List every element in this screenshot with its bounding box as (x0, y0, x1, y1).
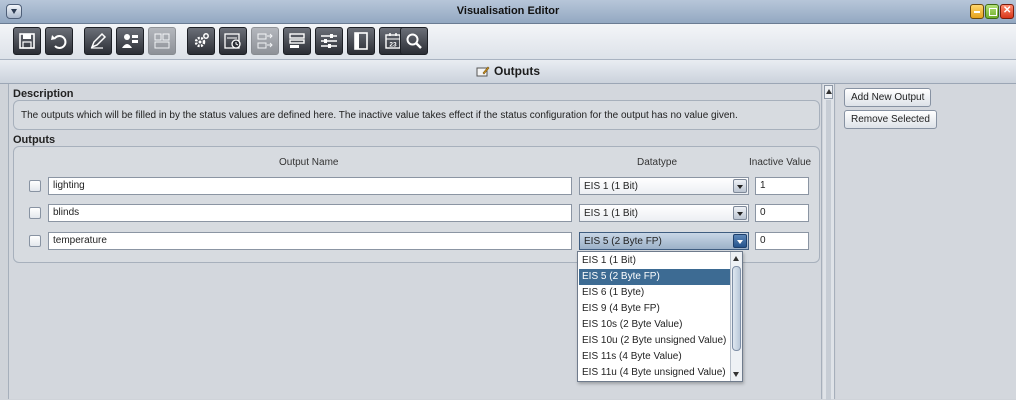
output-name-field[interactable]: temperature (48, 232, 572, 250)
close-button[interactable] (1000, 4, 1014, 19)
grid-layout-icon[interactable] (148, 27, 176, 55)
datatype-value: EIS 1 (1 Bit) (584, 208, 638, 219)
maximize-button[interactable] (985, 4, 999, 19)
description-box: The outputs which will be filled in by t… (13, 100, 820, 130)
undo-icon[interactable] (45, 27, 73, 55)
col-datatype: Datatype (637, 157, 678, 168)
dropdown-option[interactable]: EIS 10s (2 Byte Value) (579, 317, 730, 333)
dropdown-option[interactable]: EIS 6 (1 Byte) (579, 285, 730, 301)
datatype-value: EIS 1 (1 Bit) (584, 181, 638, 192)
sliders-icon[interactable] (315, 27, 343, 55)
chevron-down-icon[interactable] (733, 206, 747, 220)
output-name-field[interactable]: blinds (48, 204, 572, 222)
dropdown-option[interactable]: EIS 10u (2 Byte unsigned Value) (579, 333, 730, 349)
dropdown-option[interactable]: EIS 11s (4 Byte Value) (579, 349, 730, 365)
chevron-down-icon[interactable] (733, 234, 747, 248)
outputs-edit-icon (476, 66, 490, 77)
inactive-value-field[interactable]: 1 (755, 177, 809, 195)
dropdown-option[interactable]: EIS 1 (1 Bit) (579, 253, 730, 269)
add-new-output-button[interactable]: Add New Output (844, 88, 932, 107)
description-text: The outputs which will be filled in by t… (21, 110, 738, 121)
settings-gear-icon[interactable] (187, 27, 215, 55)
output-name-field[interactable]: lighting (48, 177, 572, 195)
section-header: Outputs (0, 60, 1016, 84)
chevron-down-icon[interactable] (733, 179, 747, 193)
list-bars-icon[interactable] (283, 27, 311, 55)
title-bar: Visualisation Editor (0, 0, 1016, 24)
search-icon[interactable] (400, 27, 428, 55)
toolbar: 23 (0, 24, 1016, 60)
main-scrollbar[interactable] (823, 84, 835, 400)
outputs-group: Output Name Datatype Inactive Value ligh… (13, 146, 820, 263)
dropdown-scrollbar[interactable] (730, 252, 742, 381)
scroll-down-arrow-icon[interactable] (732, 370, 741, 379)
dropdown-option[interactable]: EIS 11u (4 Byte unsigned Value) (579, 365, 730, 381)
remove-selected-button[interactable]: Remove Selected (844, 110, 937, 129)
col-output-name: Output Name (279, 157, 339, 168)
scroll-up-arrow-icon[interactable] (732, 254, 741, 263)
schedule-clock-icon[interactable] (219, 27, 247, 55)
row-checkbox[interactable] (29, 235, 41, 247)
dropdown-option-selected[interactable]: EIS 5 (2 Byte FP) (579, 269, 730, 285)
save-icon[interactable] (13, 27, 41, 55)
datatype-select[interactable]: EIS 1 (1 Bit) (579, 177, 749, 195)
row-checkbox[interactable] (29, 180, 41, 192)
dropdown-scrollbar-thumb[interactable] (732, 266, 741, 351)
inactive-value-field[interactable]: 0 (755, 232, 809, 250)
datatype-select[interactable]: EIS 1 (1 Bit) (579, 204, 749, 222)
dropdown-option[interactable]: EIS 9 (4 Byte FP) (579, 301, 730, 317)
export-icon[interactable] (251, 27, 279, 55)
scrollbar-thumb[interactable] (826, 100, 831, 400)
window-controls (970, 4, 1014, 19)
datatype-value: EIS 5 (2 Byte FP) (584, 236, 662, 247)
minimize-button[interactable] (970, 4, 984, 19)
edit-pen-icon[interactable] (84, 27, 112, 55)
right-side-panel: Add New Output Remove Selected (836, 84, 1016, 399)
datatype-select[interactable]: EIS 5 (2 Byte FP) (579, 232, 749, 250)
datatype-dropdown-list: EIS 1 (1 Bit) EIS 5 (2 Byte FP) EIS 6 (1… (577, 251, 743, 382)
inactive-value-field[interactable]: 0 (755, 204, 809, 222)
users-icon[interactable] (116, 27, 144, 55)
calendar-day: 23 (389, 42, 397, 49)
page-title: Outputs (494, 64, 540, 78)
window-title: Visualisation Editor (456, 5, 560, 17)
page-icon[interactable] (347, 27, 375, 55)
outputs-section-title: Outputs (13, 134, 56, 146)
row-checkbox[interactable] (29, 207, 41, 219)
scroll-up-arrow-icon[interactable] (824, 85, 833, 99)
col-inactive-value: Inactive Value (749, 157, 812, 168)
description-section-title: Description (13, 88, 74, 100)
